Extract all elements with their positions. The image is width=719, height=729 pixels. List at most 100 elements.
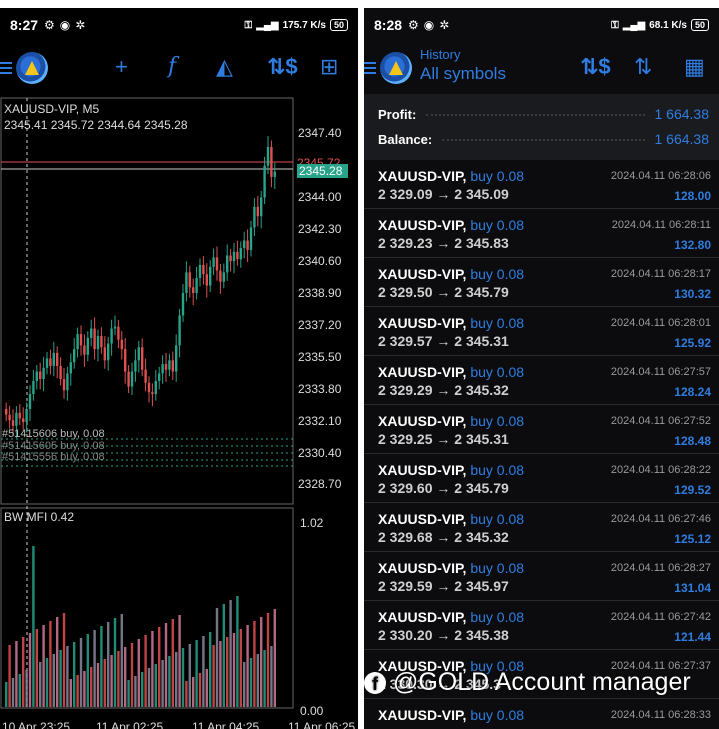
deal-symbol-name: XAUUSD-VIP, — [378, 511, 467, 527]
candle-body — [45, 358, 49, 368]
deal-profit: 128.48 — [674, 434, 711, 448]
candle-body — [209, 266, 212, 286]
calendar-icon[interactable]: ▦ — [684, 54, 705, 80]
deal-row[interactable]: XAUUSD-VIP, buy 0.08 2 329.50 → 2 345.79 2… — [364, 258, 719, 307]
deal-row[interactable]: XAUUSD-VIP, buy 0.08 2 329.60 → 2 345.79 2… — [364, 454, 719, 503]
deal-time: 2024.04.11 06:27:46 — [610, 513, 711, 525]
deal-time: 2024.04.11 06:27:42 — [610, 611, 711, 623]
status-time: 8:27 — [10, 17, 39, 33]
function-icon[interactable]: f — [168, 54, 176, 79]
deal-time: 2024.04.11 06:28:06 — [610, 170, 711, 182]
indicator-bar — [15, 641, 18, 707]
candle-body — [79, 334, 83, 346]
balance-value: 1 664.38 — [654, 131, 710, 147]
deal-symbol: XAUUSD-VIP, buy 0.08 — [378, 168, 524, 184]
deal-profit: 128.24 — [674, 385, 711, 399]
indicator-bar — [246, 625, 249, 707]
deal-list: XAUUSD-VIP, buy 0.08 2 329.09 → 2 345.09 2… — [364, 160, 719, 729]
indicator-bar — [25, 670, 28, 707]
time-axis-label: 10 Apr 23:25 — [2, 720, 71, 729]
indicator-bar — [127, 680, 130, 707]
indicator-bar — [11, 678, 15, 707]
add-document-icon[interactable]: ⊞ — [320, 54, 338, 80]
indicator-bar — [209, 632, 212, 707]
deal-row[interactable]: XAUUSD-VIP, buy 0.08 2 329.59 → 2 345.97 2… — [364, 552, 719, 601]
deal-row[interactable]: XAUUSD-VIP, buy 0.08 2 329.29 → 2 345.32 2… — [364, 356, 719, 405]
indicator-bar — [45, 658, 49, 707]
indicator-bar — [120, 614, 123, 707]
deal-row[interactable]: XAUUSD-VIP, buy 0.08 2 329.68 → 2 345.32 2… — [364, 503, 719, 552]
indicator-bar — [103, 659, 106, 707]
deal-profit: 131.04 — [674, 581, 711, 595]
app-logo[interactable] — [380, 52, 412, 84]
candle-body — [90, 328, 93, 338]
candle-body — [195, 277, 198, 293]
indicator-bar — [69, 679, 72, 707]
status-bar: 8:28 ⚙ ◉ ✲ ⚿ ▂▄▆ 68.1 K/s 50 — [364, 8, 719, 42]
indicator-bar — [215, 608, 219, 707]
deal-row[interactable]: XAUUSD-VIP, buy 0.08 2 330.20 → 2 345.38 2… — [364, 601, 719, 650]
deal-time: 2024.04.11 06:28:27 — [610, 562, 711, 574]
indicator-bar — [49, 621, 52, 707]
price-chart[interactable]: XAUUSD-VIP, M5 2345.41 2345.72 2344.64 2… — [0, 94, 358, 729]
settings-icon: ✲ — [75, 18, 86, 32]
deal-row[interactable]: XAUUSD-VIP, buy 0.08 2 329.09 → 2 345.09 2… — [364, 160, 719, 209]
deal-row[interactable]: XAUUSD-VIP, buy 0.08 2024.04.11 06:28:33 — [364, 699, 719, 729]
sort-icon[interactable]: ⇅ — [634, 54, 652, 80]
indicator-bar — [205, 669, 208, 707]
deal-symbol-name: XAUUSD-VIP, — [378, 560, 467, 576]
indicator-bar — [59, 650, 62, 707]
indicator-label: BW MFI 0.42 — [4, 510, 75, 524]
deal-profit: 121.44 — [674, 630, 711, 644]
indicator-axis-label: 1.02 — [300, 516, 324, 530]
deal-time: 2024.04.11 06:28:17 — [610, 268, 711, 280]
indicator-bar — [260, 617, 263, 707]
deal-side: buy 0.08 — [470, 707, 525, 723]
deal-side: buy 0.08 — [470, 315, 525, 331]
shapes-icon[interactable]: ◭ — [216, 54, 233, 80]
symbol-filter[interactable]: All symbols — [420, 64, 506, 84]
deal-side: buy 0.08 — [470, 609, 525, 625]
candle-body — [168, 360, 171, 370]
candle-body — [243, 240, 246, 249]
deal-row[interactable]: XAUUSD-VIP, buy 0.08 2 329.25 → 2 345.31 2… — [364, 405, 719, 454]
indicator-bar — [175, 652, 178, 707]
deal-symbol: XAUUSD-VIP, buy 0.08 — [378, 266, 524, 282]
deal-profit: 125.12 — [674, 532, 711, 546]
dollar-swap-icon[interactable]: ⇅$ — [267, 54, 298, 80]
status-bar: 8:27 ⚙ ◉ ✲ ⚿ ▂▄▆ 175.7 K/s 50 — [0, 8, 358, 42]
deal-profit: 125.92 — [674, 336, 711, 350]
candle-body — [188, 272, 191, 288]
deal-symbol: XAUUSD-VIP, buy 0.08 — [378, 609, 524, 625]
candle-body — [260, 197, 263, 217]
facebook-icon: f — [364, 672, 386, 695]
price-axis-label: 2337.20 — [298, 318, 342, 332]
deal-side: buy 0.08 — [470, 217, 525, 233]
header-title[interactable]: History All symbols — [420, 47, 506, 84]
network-speed: 175.7 K/s — [282, 19, 326, 31]
chart-canvas[interactable] — [0, 94, 358, 719]
menu-icon[interactable] — [364, 59, 376, 77]
deal-row[interactable]: XAUUSD-VIP, buy 0.08 2 329.57 → 2 345.31 2… — [364, 307, 719, 356]
app-logo[interactable] — [16, 52, 48, 84]
candle-body — [66, 373, 69, 391]
indicator-bar — [93, 630, 96, 707]
deal-prices: 2 329.50 → 2 345.79 — [378, 284, 509, 300]
crosshair-icon[interactable]: + — [115, 54, 128, 80]
candle-body — [215, 257, 219, 271]
indicator-bar — [198, 673, 202, 707]
menu-icon[interactable] — [0, 59, 12, 77]
profit-row: Profit: 1 664.38 — [378, 106, 709, 122]
deal-row[interactable]: XAUUSD-VIP, buy 0.08 2 329.23 → 2 345.83 2… — [364, 209, 719, 258]
indicator-bar — [185, 681, 188, 707]
chart-screen: 8:27 ⚙ ◉ ✲ ⚿ ▂▄▆ 175.7 K/s 50 + f ◭ ⇅$ ⊞… — [0, 8, 358, 729]
dollar-swap-icon[interactable]: ⇅$ — [580, 54, 611, 80]
candle-body — [93, 328, 96, 350]
candle-body — [232, 251, 236, 262]
candle-body — [120, 339, 123, 350]
candle-body — [151, 392, 154, 395]
order-label: #51415556 buy, 0.08 — [2, 451, 105, 463]
candle-body — [59, 365, 62, 380]
indicator-bar — [8, 645, 11, 707]
indicator-bar — [164, 623, 168, 707]
